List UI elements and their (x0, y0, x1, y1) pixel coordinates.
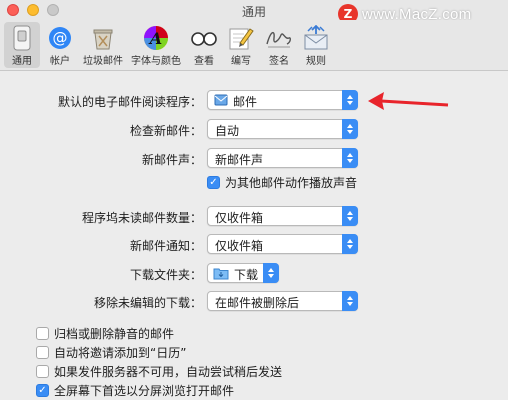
tab-junk-mail-label: 垃圾邮件 (83, 56, 123, 67)
dock-unread-popup[interactable]: 仅收件箱 (207, 206, 358, 226)
play-sounds-label: 为其他邮件动作播放声音 (225, 176, 358, 190)
check-mail-popup[interactable]: 自动 (207, 119, 358, 139)
setting-new-mail-sound: 新邮件声： 新邮件声 (0, 148, 508, 170)
tab-general[interactable]: 通用 (4, 22, 40, 68)
mail-app-icon (214, 93, 228, 110)
rules-envelope-icon (301, 24, 331, 52)
downloads-folder-label: 下载文件夹： (129, 268, 202, 282)
check-mail-value: 自动 (215, 124, 240, 138)
archive-muted-checkbox[interactable] (36, 327, 49, 340)
play-sounds-checkbox[interactable] (207, 176, 220, 189)
add-invites-label: 自动将邀请添加到“日历” (54, 346, 187, 360)
preferences-toolbar: 通用 @ 帐户 垃圾邮件 A 字体与颜色 查看 编写 签名 规则 (0, 20, 508, 71)
chevron-updown-icon (342, 119, 358, 139)
split-view-checkbox-row[interactable]: 全屏幕下首选以分屏浏览打开邮件 (36, 382, 234, 399)
tab-rules-label: 规则 (306, 56, 326, 67)
dock-unread-value: 仅收件箱 (215, 211, 264, 225)
setting-dock-unread: 程序坞未读邮件数量： 仅收件箱 (0, 206, 508, 228)
chevron-updown-icon (342, 234, 358, 254)
tab-accounts-label: 帐户 (50, 56, 70, 67)
add-invites-checkbox-row[interactable]: 自动将邀请添加到“日历” (36, 344, 186, 361)
check-mail-label: 检查新邮件： (129, 124, 202, 138)
tab-signatures[interactable]: 签名 (262, 22, 296, 68)
setting-new-mail-notify: 新邮件通知： 仅收件箱 (0, 234, 508, 256)
new-mail-notify-label: 新邮件通知： (129, 239, 202, 253)
new-mail-notify-popup[interactable]: 仅收件箱 (207, 234, 358, 254)
glasses-icon (189, 24, 219, 52)
chevron-updown-icon (342, 90, 358, 110)
setting-remove-downloads: 移除未编辑的下载： 在邮件被删除后 (0, 291, 508, 313)
archive-muted-checkbox-row[interactable]: 归档或删除静音的邮件 (36, 325, 174, 342)
tab-composing[interactable]: 编写 (224, 22, 258, 68)
split-view-checkbox[interactable] (36, 384, 49, 397)
retry-send-label: 如果发件服务器不可用，自动尝试稍后发送 (54, 365, 283, 379)
tab-fonts-colors-label: 字体与颜色 (131, 56, 181, 67)
tab-accounts[interactable]: @ 帐户 (44, 22, 76, 68)
new-mail-sound-label: 新邮件声： (141, 153, 202, 167)
tab-general-label: 通用 (12, 56, 32, 67)
at-sign-icon: @ (45, 24, 75, 52)
folder-icon (213, 266, 229, 283)
downloads-folder-popup[interactable]: 下载 (207, 263, 279, 283)
archive-muted-label: 归档或删除静音的邮件 (54, 327, 175, 341)
retry-send-checkbox[interactable] (36, 365, 49, 378)
tab-junk-mail[interactable]: 垃圾邮件 (80, 22, 126, 68)
svg-text:A: A (148, 29, 162, 48)
font-color-icon: A (141, 24, 171, 52)
tab-viewing[interactable]: 查看 (188, 22, 220, 68)
add-invites-checkbox[interactable] (36, 346, 49, 359)
tab-composing-label: 编写 (231, 56, 251, 67)
retry-send-checkbox-row[interactable]: 如果发件服务器不可用，自动尝试稍后发送 (36, 363, 282, 380)
remove-downloads-value: 在邮件被删除后 (215, 296, 300, 310)
compose-pencil-icon (226, 24, 256, 52)
dock-unread-label: 程序坞未读邮件数量： (81, 211, 202, 225)
new-mail-notify-value: 仅收件箱 (215, 239, 264, 253)
play-sounds-checkbox-row[interactable]: 为其他邮件动作播放声音 (207, 174, 357, 191)
junk-trash-icon (88, 24, 118, 52)
tab-rules[interactable]: 规则 (300, 22, 332, 68)
tab-signatures-label: 签名 (269, 56, 289, 67)
default-reader-popup[interactable]: 邮件 (207, 90, 358, 110)
tab-viewing-label: 查看 (194, 56, 214, 67)
chevron-updown-icon (263, 263, 279, 283)
signature-icon (264, 24, 294, 52)
default-reader-value: 邮件 (233, 95, 258, 109)
downloads-folder-value: 下载 (234, 268, 259, 282)
remove-downloads-popup[interactable]: 在邮件被删除后 (207, 291, 358, 311)
new-mail-sound-value: 新邮件声 (215, 153, 264, 167)
split-view-label: 全屏幕下首选以分屏浏览打开邮件 (54, 384, 235, 398)
svg-text:@: @ (53, 29, 68, 47)
red-arrow-annotation (368, 92, 449, 110)
default-reader-label: 默认的电子邮件阅读程序： (57, 95, 202, 109)
new-mail-sound-popup[interactable]: 新邮件声 (207, 148, 358, 168)
switch-icon (7, 24, 37, 52)
chevron-updown-icon (342, 291, 358, 311)
setting-check-mail: 检查新邮件： 自动 (0, 119, 508, 141)
chevron-updown-icon (342, 206, 358, 226)
remove-downloads-label: 移除未编辑的下载： (93, 296, 202, 310)
chevron-updown-icon (342, 148, 358, 168)
tab-fonts-colors[interactable]: A 字体与颜色 (128, 22, 184, 68)
setting-downloads-folder: 下载文件夹： 下载 (0, 263, 508, 285)
